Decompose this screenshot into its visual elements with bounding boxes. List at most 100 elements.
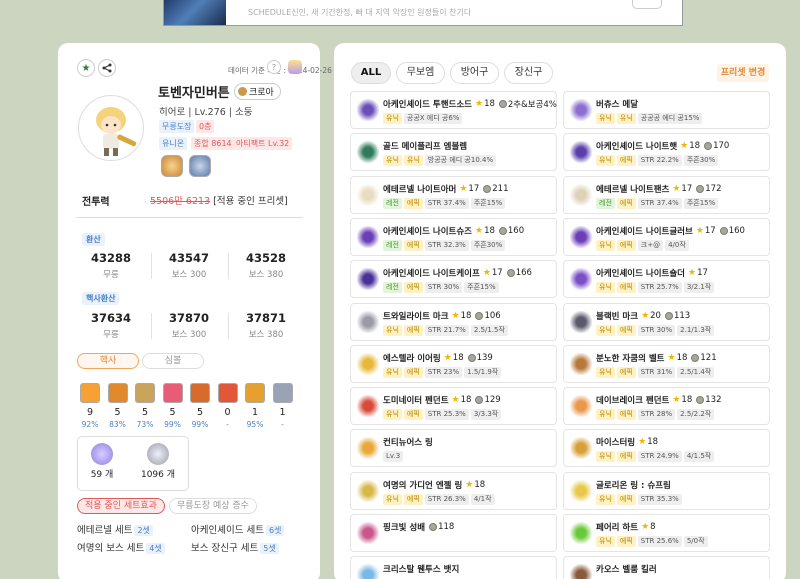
tab-accessory[interactable]: 장신구 xyxy=(504,62,553,84)
symbol-slot[interactable]: 9 92% xyxy=(79,383,101,429)
tab-hexa[interactable]: 핵사 xyxy=(77,353,139,369)
converted-stat-label: 환산 xyxy=(82,233,105,246)
equipment-item[interactable]: 에스텔라 이어링 ★ 18 139 유닉 에픽 STR 23% 1.5/1.9작 xyxy=(350,344,557,383)
equipment-item[interactable]: 골드 메이플리프 엠블렘 유닉 유닉 방공공 에디 공10.4% xyxy=(350,133,557,172)
equipment-item[interactable]: 버츄스 메달 유닉 유닉 공공공 에디 공15% xyxy=(563,91,770,129)
item-icon xyxy=(570,395,592,418)
equipment-item[interactable]: 아케인셰이드 나이트케이프 ★ 17 166 레전 에픽 STR 30% 주흔15% xyxy=(350,260,557,299)
equipment-item[interactable]: 핑크빛 성배 118 xyxy=(350,514,557,552)
symbol-slot[interactable]: 1- xyxy=(272,383,294,429)
item-icon xyxy=(570,522,592,544)
banner-text: SCHEDULE신인, 새 기간한정, 빠 대 지역 악장인 원정들이 찬기다 xyxy=(248,8,472,17)
ad-banner[interactable]: SCHEDULE신인, 새 기간한정, 빠 대 지역 악장인 원정들이 찬기다 xyxy=(163,0,683,26)
banner-image xyxy=(164,0,226,25)
tab-all[interactable]: ALL xyxy=(351,62,391,84)
symbol-slot[interactable]: 5 73% xyxy=(134,383,156,429)
symbol-slot[interactable]: 5 83% xyxy=(107,383,129,429)
stat-label: 보스 380 xyxy=(248,270,284,280)
starforce-count: 20 xyxy=(650,310,661,321)
murung-floor-tag: 0층 xyxy=(196,120,215,133)
symbol-progress: - xyxy=(226,420,229,429)
set-item: 에테르넬 세트 2셋 xyxy=(77,522,153,536)
item-tag: 주흔30% xyxy=(683,155,719,167)
equipment-item[interactable]: 아케인셰이드 투핸드소드 ★ 18 2추&보공4% 유닉 공공X 에디 공6% xyxy=(350,91,557,129)
symbol-icon xyxy=(272,383,293,403)
item-tag: 유닉 xyxy=(596,493,615,505)
equipment-item[interactable]: 여명의 가디언 엔젤 링 ★ 18 유닉 에픽 STR 26.3% 4/1작 xyxy=(350,471,557,510)
equipment-item[interactable]: 도미네이터 펜던트 ★ 18 129 유닉 에픽 STR 25.3% 3/3.3작 xyxy=(350,387,557,426)
help-icon[interactable]: ? xyxy=(267,60,281,74)
stat-boss380: 43528 보스 380 xyxy=(231,251,301,280)
bonus-stat-icon xyxy=(475,311,484,320)
symbol-slot[interactable]: 5 99% xyxy=(162,383,184,429)
symbol-slot[interactable]: 0- xyxy=(217,383,239,429)
item-icon xyxy=(570,437,592,460)
expected-murung-button[interactable]: 무릉도장 예상 증수 xyxy=(169,498,257,514)
item-tag: 4/0작 xyxy=(665,239,689,251)
item-name: 글로리온 링 : 슈프림 xyxy=(596,480,671,491)
divider xyxy=(228,313,229,339)
character-badge-icon xyxy=(288,60,302,74)
equipment-item[interactable]: 데이브레이크 펜던트 ★ 18 132 유닉 에픽 STR 28% 2.5/2.2작 xyxy=(563,387,770,426)
item-tag: 유닉 xyxy=(403,155,423,167)
item-tag: STR 37.4% xyxy=(424,197,469,209)
bonus-stat-icon xyxy=(719,226,728,235)
symbol-progress: 92% xyxy=(81,420,99,429)
item-tag: STR 37.4% xyxy=(637,197,682,209)
bonus-stat-icon xyxy=(498,226,507,235)
equipment-item[interactable]: 컨티뉴어스 링 Lv.3 xyxy=(350,429,557,468)
equipment-item[interactable]: 크리스탈 웬투스 뱃지 xyxy=(350,556,557,579)
tab-weapon-emblem[interactable]: 무보엠 xyxy=(396,62,445,84)
equipment-item[interactable]: 페어리 하트 ★ 8 유닉 에픽 STR 25.6% 5/0작 xyxy=(563,514,770,552)
equipment-item[interactable]: 분노한 자쿰의 벨트 ★ 18 121 유닉 에픽 STR 31% 2.5/1.4작 xyxy=(563,344,770,383)
starforce-count: 18 xyxy=(474,479,486,490)
preset-change-button[interactable]: 프리셋 변경 xyxy=(717,64,769,82)
combat-power-note: [적용 중인 프리셋] xyxy=(213,196,288,207)
item-tag: 2.5/1.4작 xyxy=(677,366,715,378)
starforce-count: 8 xyxy=(650,522,656,532)
item-icon xyxy=(357,225,379,248)
stat-value: 43528 xyxy=(245,251,286,265)
starforce-count: 17 xyxy=(681,183,693,194)
bonus-stat: 160 xyxy=(507,225,525,236)
stat-murung: 43288 무릉 xyxy=(76,251,146,280)
share-icon[interactable] xyxy=(98,59,116,77)
banner-button[interactable] xyxy=(632,0,662,9)
equipment-item[interactable]: 마이스터링 ★ 18 유닉 에픽 STR 24.9% 4/1.5작 xyxy=(563,429,770,468)
item-tag: 크+@ xyxy=(637,239,664,251)
symbol-slot[interactable]: 5 99% xyxy=(189,383,211,429)
equipment-item[interactable]: 에테르넬 나이트팬츠 ★ 17 172 레전 에픽 STR 37.4% 주흔15% xyxy=(563,175,770,214)
equipment-item[interactable]: 에테르넬 나이트아머 ★ 17 211 레전 에픽 STR 37.4% 주흔15% xyxy=(350,175,557,214)
equipment-item[interactable]: 아케인셰이드 나이트숄더 ★ 17 유닉 에픽 STR 25.7% 3/2.1작 xyxy=(563,260,770,299)
equipment-item[interactable]: 카오스 벨룸 킬러 xyxy=(563,556,770,579)
equipment-item[interactable]: 트와일라이트 마크 ★ 18 106 유닉 에픽 STR 21.7% 2.5/1.5작 xyxy=(350,302,557,341)
tab-symbol[interactable]: 심볼 xyxy=(142,353,204,369)
hexa-converted-stat-label: 핵사환산 xyxy=(82,292,120,305)
symbol-icon xyxy=(217,383,238,403)
symbol-slot[interactable]: 1 95% xyxy=(244,383,266,429)
world-name: 크로아 xyxy=(249,88,274,98)
item-tag: 에픽 xyxy=(616,282,636,294)
item-tag: STR 25.7% xyxy=(637,282,682,294)
starforce-count: 18 xyxy=(689,141,701,152)
favorite-star-icon[interactable]: ★ xyxy=(77,59,95,77)
item-tag: STR 21.7% xyxy=(424,324,469,336)
bonus-stat-icon xyxy=(691,353,700,362)
equipment-item[interactable]: 블랙빈 마크 ★ 20 113 유닉 에픽 STR 30% 2.1/1.3작 xyxy=(563,302,770,341)
bonus-stat-icon xyxy=(696,184,705,193)
symbol-progress: - xyxy=(281,420,284,429)
item-name: 트와일라이트 마크 xyxy=(383,311,449,322)
equipment-item[interactable]: 아케인셰이드 나이트슈즈 ★ 18 160 레전 에픽 STR 32.3% 주흔30% xyxy=(350,217,557,256)
active-set-effect-button[interactable]: 적용 중인 세트효과 xyxy=(77,498,165,514)
equipment-item[interactable]: 아케인셰이드 나이트글러브 ★ 17 160 유닉 에픽 크+@ 4/0작 xyxy=(563,217,770,256)
equipment-item[interactable]: 아케인셰이드 나이트햇 ★ 18 170 유닉 에픽 STR 22.2% 주흔30% xyxy=(563,133,770,172)
equipment-item[interactable]: 글로리온 링 : 슈프림 유닉 에픽 STR 35.3% xyxy=(563,471,770,510)
tab-armor[interactable]: 방어구 xyxy=(450,62,499,84)
item-icon xyxy=(357,310,379,333)
stat-value: 43288 xyxy=(90,251,131,265)
item-tag: 2.1/1.3작 xyxy=(677,324,715,336)
bonus-stat: 2추&보공4% xyxy=(507,100,557,110)
item-tag: 에픽 xyxy=(403,197,423,209)
symbol-level: 5 xyxy=(114,407,121,418)
symbol-progress: 99% xyxy=(191,420,209,429)
